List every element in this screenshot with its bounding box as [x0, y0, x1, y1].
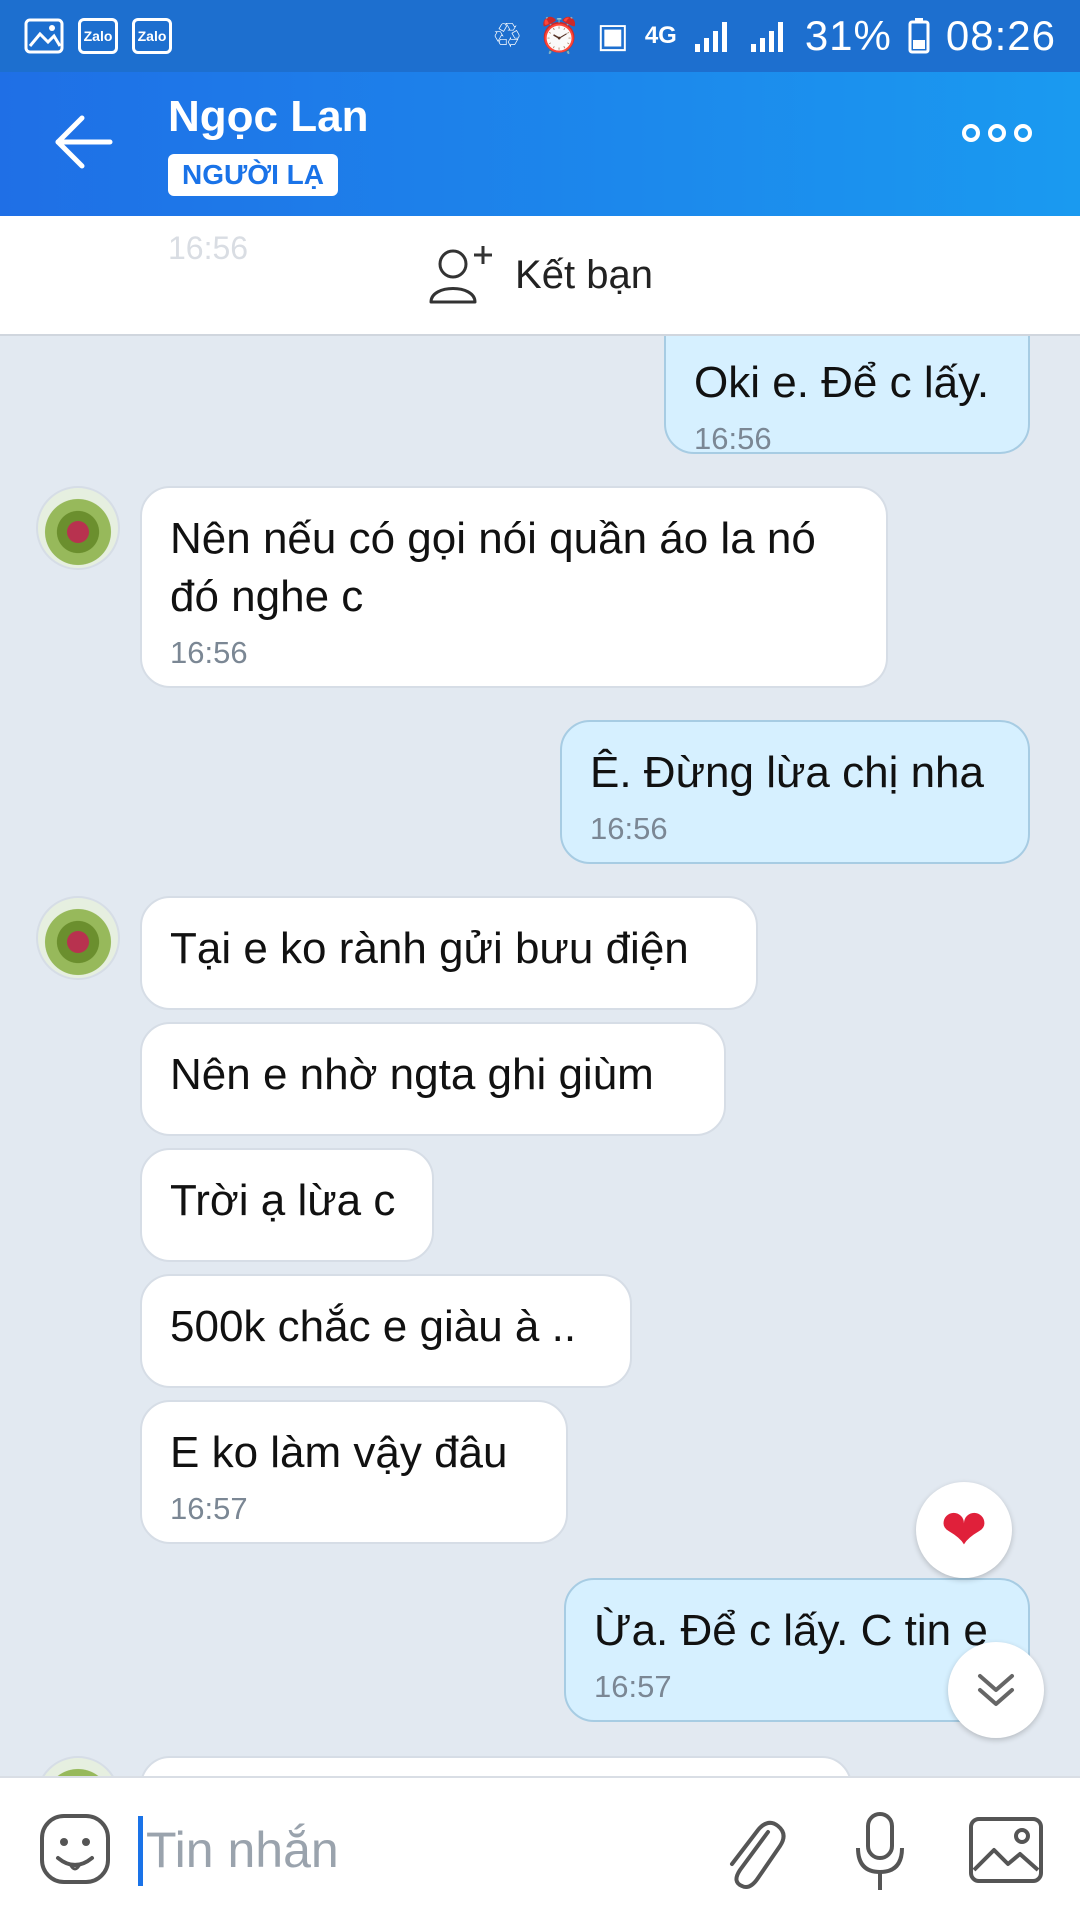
text-cursor: [138, 1816, 143, 1886]
status-bar: Zalo Zalo ♲ ⏰ ▣ 4G 31% 08:26: [0, 0, 1080, 72]
avatar[interactable]: [36, 896, 120, 980]
chat-area[interactable]: Oki e. Để c lấy. 16:56 Nên nếu có gọi nó…: [0, 336, 1080, 1776]
image-picker-icon[interactable]: [968, 1816, 1044, 1884]
back-arrow-icon[interactable]: [52, 110, 116, 174]
sticker-emoji-icon[interactable]: [38, 1812, 112, 1886]
signal-icon: [750, 22, 783, 52]
microphone-icon[interactable]: [850, 1810, 910, 1894]
message-time: 16:56: [694, 421, 772, 456]
message-bubble-received[interactable]: Trời ạ lừa c: [140, 1148, 434, 1262]
message-time: 16:57: [594, 1669, 672, 1704]
heart-reaction-button[interactable]: ❤: [916, 1482, 1012, 1578]
recycle-icon: ♲: [491, 17, 523, 55]
message-text: Tại e ko rành gửi bưu điện: [170, 924, 689, 973]
faded-timestamp: 16:56: [168, 230, 249, 266]
battery-icon: [908, 18, 930, 54]
message-time: 16:56: [590, 811, 668, 846]
message-text: Ê. Đừng lừa chị nha: [590, 748, 985, 797]
paperclip-icon[interactable]: [718, 1812, 788, 1892]
message-text: Nên nếu có gọi nói quần áo la nó đó nghe…: [170, 514, 816, 621]
add-friend-label: Kết bạn: [515, 252, 653, 297]
zalo-notification-icon: Zalo: [78, 18, 118, 54]
message-text: Oki e. Để c lấy.: [694, 358, 990, 407]
avatar[interactable]: [36, 486, 120, 570]
message-input[interactable]: [146, 1808, 666, 1892]
add-friend-button[interactable]: 16:56 Kết bạn: [0, 216, 1080, 336]
message-bubble-received[interactable]: Nên e nhờ ngta ghi giùm: [140, 1022, 726, 1136]
status-left-icons: Zalo Zalo: [24, 18, 172, 54]
message-input-bar: [0, 1776, 1080, 1920]
add-friend-icon: [429, 246, 493, 304]
message-bubble-received[interactable]: Tại e ko rành gửi bưu điện: [140, 896, 758, 1010]
message-bubble-received[interactable]: Nên nếu có gọi nói quần áo la nó đó nghe…: [140, 486, 888, 688]
alarm-icon: ⏰: [538, 17, 581, 55]
avatar[interactable]: [36, 1756, 120, 1776]
message-time: 16:57: [170, 1491, 248, 1526]
status-right: ♲ ⏰ ▣ 4G 31% 08:26: [492, 12, 1056, 60]
message-text: Trời ạ lừa c: [170, 1176, 396, 1225]
message-text: Nên e nhờ ngta ghi giùm: [170, 1050, 654, 1099]
chat-header: Ngọc Lan NGƯỜI LẠ: [0, 72, 1080, 216]
sim-icon: ▣: [596, 17, 629, 55]
zalo-notification-icon: Zalo: [132, 18, 172, 54]
stranger-badge: NGƯỜI LẠ: [168, 154, 338, 196]
signal-icon: [694, 22, 727, 52]
message-bubble-received[interactable]: [140, 1756, 852, 1776]
message-time: 16:56: [170, 635, 248, 670]
heart-icon: ❤: [940, 1498, 988, 1561]
clock: 08:26: [945, 12, 1056, 59]
message-bubble-sent[interactable]: Oki e. Để c lấy. 16:56: [664, 336, 1030, 456]
image-icon: [24, 18, 64, 54]
network-type: 4G: [644, 22, 677, 49]
message-bubble-received[interactable]: E ko làm vậy đâu 16:57: [140, 1400, 568, 1544]
battery-percent: 31%: [804, 12, 892, 59]
message-bubble-sent[interactable]: Ê. Đừng lừa chị nha 16:56: [560, 720, 1030, 864]
double-chevron-down-icon: [978, 1674, 1014, 1706]
more-options-icon[interactable]: [962, 124, 1032, 142]
message-bubble-received[interactable]: 500k chắc e giàu à ..: [140, 1274, 632, 1388]
message-text: 500k chắc e giàu à ..: [170, 1302, 577, 1351]
message-text: E ko làm vậy đâu: [170, 1428, 508, 1477]
contact-name[interactable]: Ngọc Lan: [168, 92, 368, 142]
message-text: Ừa. Để c lấy. C tin e: [594, 1606, 988, 1655]
scroll-to-bottom-button[interactable]: [948, 1642, 1044, 1738]
